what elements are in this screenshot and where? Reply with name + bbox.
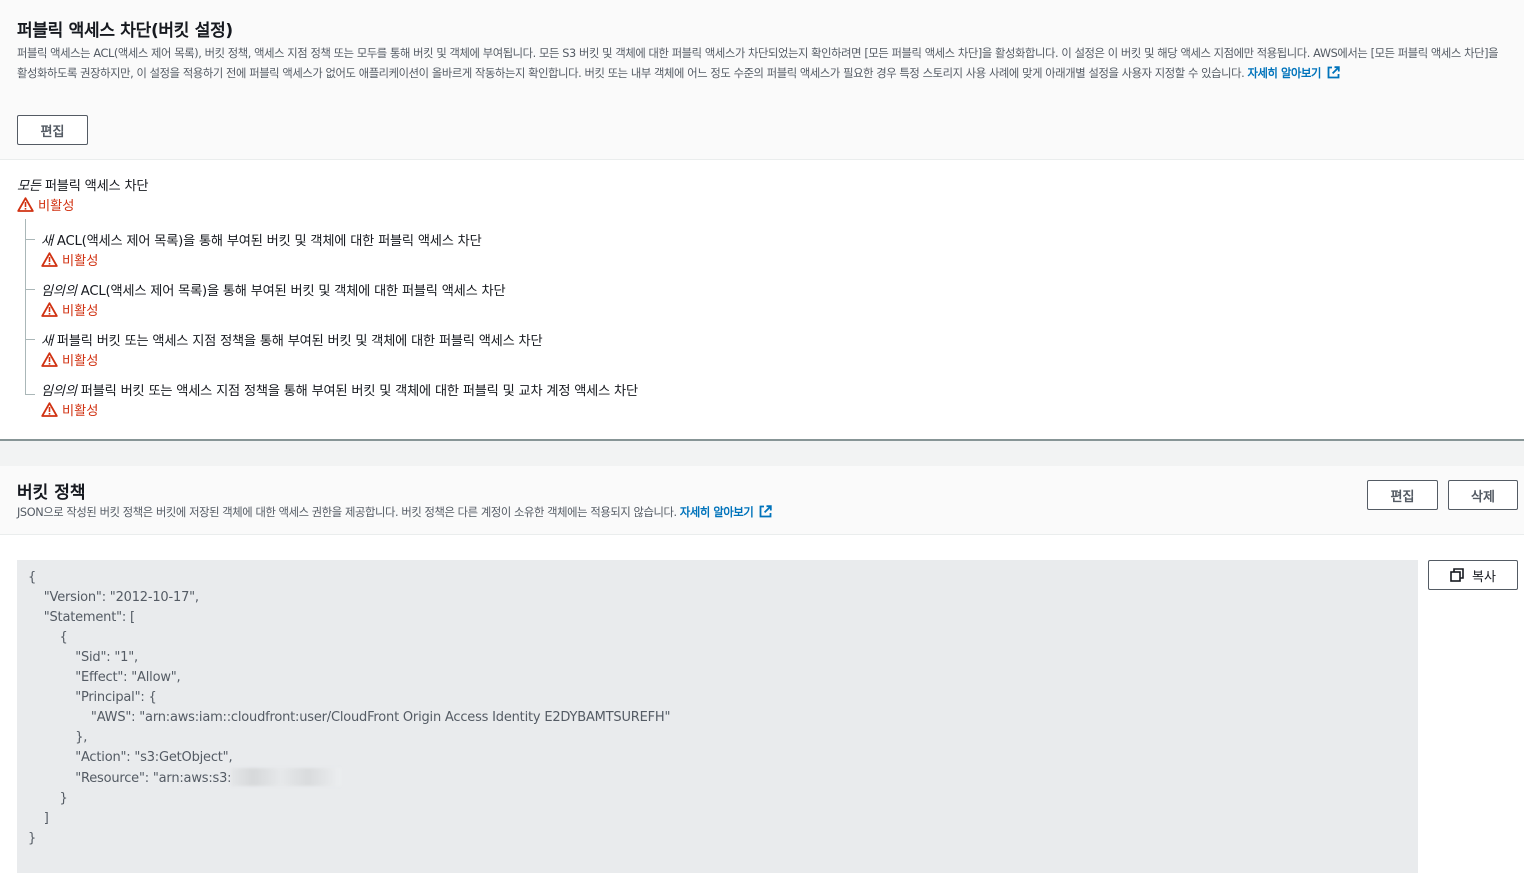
sub-setting-label: 임의의 퍼블릭 버킷 또는 액세스 지점 정책을 통해 부여된 버킷 및 객체에… [41,380,638,399]
sub-setting-label: 새 ACL(액세스 제어 목록)을 통해 부여된 버킷 및 객체에 대한 퍼블릭… [41,230,482,249]
learn-more-link[interactable]: 자세히 알아보기 [680,506,754,519]
code-line: "Principal": { [28,690,157,705]
sub-setting-label: 새 퍼블릭 버킷 또는 액세스 지점 정책을 통해 부여된 버킷 및 객체에 대… [41,330,543,349]
code-line: "AWS": "arn:aws:iam::cloudfront:user/Clo… [28,710,671,725]
tree-branch [25,339,35,340]
warning-icon [17,197,34,212]
status-indicator: 비활성 [41,300,98,319]
warning-icon [41,252,58,267]
learn-more-link[interactable]: 자세히 알아보기 [1248,67,1322,80]
label-emphasis: 새 [41,334,53,349]
bucket-policy-delete-button[interactable]: 삭제 [1448,480,1518,510]
block-public-access-settings: 모든 퍼블릭 액세스 차단 비활성 새 ACL(액세스 제어 목록)을 통해 부… [0,161,1524,440]
code-line: "Version": "2012-10-17", [28,590,199,605]
policy-code-block[interactable]: { "Version": "2012-10-17", "Statement": … [17,560,1418,873]
warning-icon [41,352,58,367]
code-line: { [28,570,37,585]
label-text: ACL(액세스 제어 목록)을 통해 부여된 버킷 및 객체에 대한 퍼블릭 액… [52,234,482,249]
section-gap [0,441,1524,466]
status-indicator: 비활성 [17,195,74,214]
redacted-region [231,768,342,786]
block-all-public-access-label: 모든 퍼블릭 액세스 차단 [17,175,149,194]
bucket-policy-title: 버킷 정책 [17,483,86,503]
copy-button[interactable]: 복사 [1428,560,1518,590]
tree-branch [25,239,35,240]
external-link-icon[interactable] [759,505,773,518]
description-line-1: 퍼블릭 액세스는 ACL(액세스 제어 목록), 버킷 정책, 액세스 지점 정… [17,47,1287,60]
code-line-resource: "Resource": "arn:aws:s3: [28,768,1407,789]
code-line: "Effect": "Allow", [28,670,181,685]
code-line: "Sid": "1", [28,650,138,665]
label-emphasis: 모든 [17,179,41,194]
label-emphasis: 임의의 [41,284,77,299]
code-line: } [28,791,68,806]
status-text: 비활성 [38,199,75,214]
label-text: 퍼블릭 버킷 또는 액세스 지점 정책을 통해 부여된 버킷 및 객체에 대한 … [52,334,543,349]
code-line: } [28,831,37,846]
status-text: 비활성 [62,404,99,419]
status-text: 비활성 [62,354,99,369]
label-text: 퍼블릭 버킷 또는 액세스 지점 정책을 통해 부여된 버킷 및 객체에 대한 … [76,384,638,399]
bucket-policy-header: 버킷 정책 JSON으로 작성된 버킷 정책은 버킷에 저장된 객체에 대한 액… [0,466,1524,535]
tree-branch [25,289,35,290]
tree-branch [25,394,35,395]
block-public-access-title: 퍼블릭 액세스 차단(버킷 설정) [17,21,233,41]
code-line: ] [28,811,49,826]
code-line: "Statement": [ [28,610,135,625]
code-line: { [28,630,68,645]
status-indicator: 비활성 [41,400,98,419]
code-line: }, [28,730,88,745]
copy-icon [1450,568,1464,582]
label-text: ACL(액세스 제어 목록)을 통해 부여된 버킷 및 객체에 대한 퍼블릭 액… [76,284,506,299]
external-link-icon[interactable] [1327,66,1340,79]
block-public-access-header: 퍼블릭 액세스 차단(버킷 설정) 퍼블릭 액세스는 ACL(액세스 제어 목록… [0,0,1524,160]
label-text: 퍼블릭 액세스 차단 [40,179,149,194]
block-public-access-edit-button[interactable]: 편집 [17,115,88,145]
status-text: 비활성 [62,304,99,319]
status-indicator: 비활성 [41,250,98,269]
bucket-policy-description: JSON으로 작성된 버킷 정책은 버킷에 저장된 객체에 대한 액세스 권한을… [17,504,773,520]
description-line-3: 개별 설정을 사용자 지정할 수 있습니다. [1065,67,1245,80]
tree-connector [25,219,26,395]
copy-label: 복사 [1472,569,1496,585]
block-public-access-description: 퍼블릭 액세스는 ACL(액세스 제어 목록), 버킷 정책, 액세스 지점 정… [17,44,1507,84]
description-text: JSON으로 작성된 버킷 정책은 버킷에 저장된 객체에 대한 액세스 권한을… [17,506,677,519]
status-indicator: 비활성 [41,350,98,369]
code-text: "Resource": "arn:aws:s3: [28,771,232,786]
label-emphasis: 새 [41,234,53,249]
code-line: "Action": "s3:GetObject", [28,750,233,765]
warning-icon [41,302,58,317]
label-emphasis: 임의의 [41,384,77,399]
sub-setting-label: 임의의 ACL(액세스 제어 목록)을 통해 부여된 버킷 및 객체에 대한 퍼… [41,280,506,299]
status-text: 비활성 [62,254,99,269]
bucket-policy-edit-button[interactable]: 편집 [1367,480,1438,510]
warning-icon [41,402,58,417]
